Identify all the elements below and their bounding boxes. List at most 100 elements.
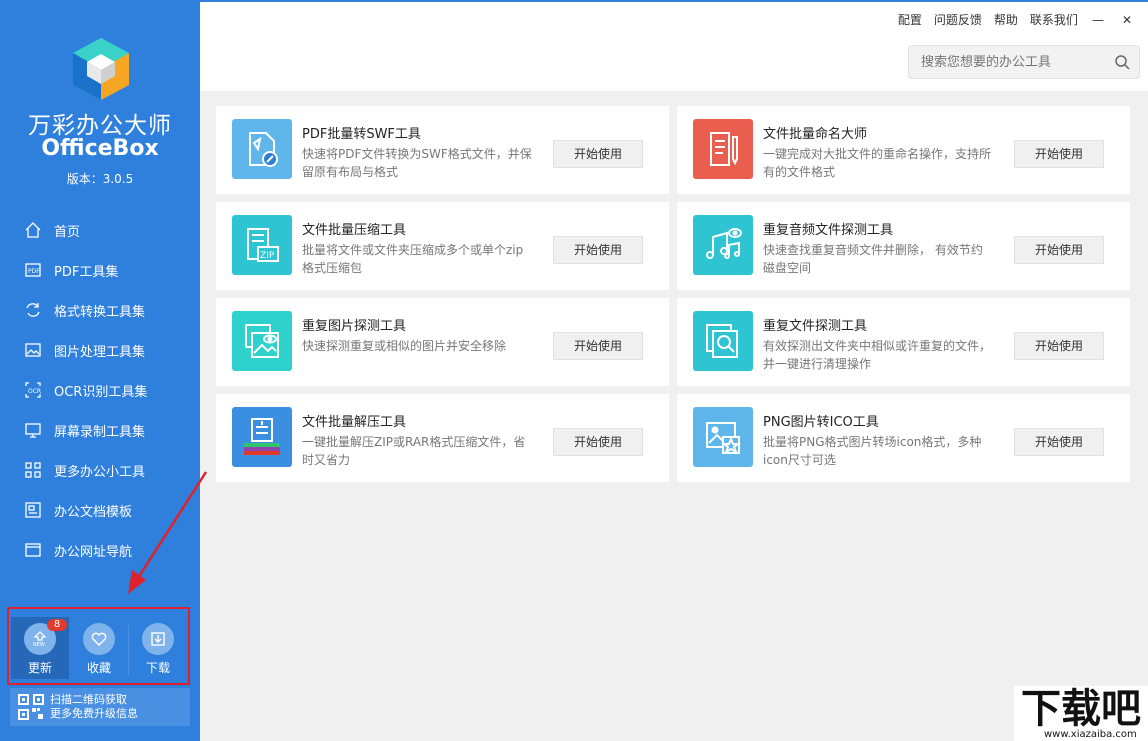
tool-description: 一键完成对大批文件的重命名操作，支持所有的文件格式	[763, 145, 993, 181]
tool-description: 快速将PDF文件转换为SWF格式文件，并保留原有布局与格式	[302, 145, 532, 181]
tool-card-image-detect: 重复图片探测工具 快速探测重复或相似的图片并安全移除 开始使用	[216, 298, 669, 386]
quick-actions-box: NEW 8 更新 收藏 下载	[7, 607, 190, 685]
ocr-icon: OCR	[24, 381, 42, 399]
top-links: 配置 问题反馈 帮助 联系我们 — ✕	[886, 11, 1132, 28]
sidebar-item-templates[interactable]: 办公文档模板	[0, 490, 200, 530]
sidebar-item-label: 办公网址导航	[54, 541, 132, 560]
sidebar-item-label: 屏幕录制工具集	[54, 421, 145, 440]
update-button[interactable]: NEW 8 更新	[11, 617, 69, 679]
app-name-en: OfficeBox	[0, 136, 200, 161]
contact-link[interactable]: 联系我们	[1030, 11, 1078, 28]
help-link[interactable]: 帮助	[994, 11, 1018, 28]
tool-title: 文件批量解压工具	[302, 411, 406, 430]
sidebar-item-label: OCR识别工具集	[54, 381, 147, 400]
zip-icon: ZIP	[232, 215, 292, 275]
sidebar-item-label: 图片处理工具集	[54, 341, 145, 360]
sidebar-item-more-tools[interactable]: 更多办公小工具	[0, 450, 200, 490]
sidebar-item-web-nav[interactable]: 办公网址导航	[0, 530, 200, 570]
sidebar: 万彩办公大师 OfficeBox 版本：3.0.5 首页 PDF PDF工具集 …	[0, 0, 200, 741]
favorite-button[interactable]: 收藏	[70, 617, 128, 679]
tool-title: 重复图片探测工具	[302, 315, 406, 334]
tool-card-unzip: 文件批量解压工具 一键批量解压ZIP或RAR格式压缩文件，省时又省力 开始使用	[216, 394, 669, 482]
audio-icon	[693, 215, 753, 275]
tool-title: PNG图片转ICO工具	[763, 411, 879, 430]
tool-description: 一键批量解压ZIP或RAR格式压缩文件，省时又省力	[302, 433, 532, 469]
start-button[interactable]: 开始使用	[553, 140, 643, 168]
download-label: 下载	[129, 659, 187, 676]
svg-text:OCR: OCR	[28, 388, 41, 395]
download-button[interactable]: 下载	[129, 617, 187, 679]
tool-title: 文件批量命名大师	[763, 123, 867, 142]
tool-card-zip: ZIP 文件批量压缩工具 批量将文件或文件夹压缩成多个或单个zip格式压缩包 开…	[216, 202, 669, 290]
template-icon	[24, 501, 42, 519]
image-icon	[24, 341, 42, 359]
start-button[interactable]: 开始使用	[1014, 428, 1104, 456]
sidebar-item-label: 办公文档模板	[54, 501, 132, 520]
download-icon	[142, 623, 174, 655]
tool-description: 批量将PNG格式图片转场icon格式，多种icon尺寸可选	[763, 433, 993, 469]
start-button[interactable]: 开始使用	[1014, 140, 1104, 168]
sidebar-item-label: PDF工具集	[54, 261, 118, 280]
sidebar-nav: 首页 PDF PDF工具集 格式转换工具集 图片处理工具集 OCR OCR识别工…	[0, 210, 200, 570]
tool-card-pdf-swf: PDF批量转SWF工具 快速将PDF文件转换为SWF格式文件，并保留原有布局与格…	[216, 106, 669, 194]
tool-title: 重复音频文件探测工具	[763, 219, 893, 238]
qr-text-line1: 扫描二维码获取	[50, 693, 138, 707]
config-link[interactable]: 配置	[898, 11, 922, 28]
home-icon	[24, 221, 42, 239]
search-input[interactable]	[921, 52, 1101, 72]
feedback-link[interactable]: 问题反馈	[934, 11, 982, 28]
svg-text:NEW: NEW	[33, 642, 45, 648]
tool-description: 快速探测重复或相似的图片并安全移除	[302, 337, 532, 355]
sidebar-item-label: 首页	[54, 221, 80, 240]
sidebar-item-home[interactable]: 首页	[0, 210, 200, 250]
file-detect-icon	[693, 311, 753, 371]
tool-title: 重复文件探测工具	[763, 315, 867, 334]
start-button[interactable]: 开始使用	[553, 236, 643, 264]
close-button[interactable]: ✕	[1122, 13, 1132, 27]
tool-description: 快速查找重复音频文件并删除， 有效节约磁盘空间	[763, 241, 993, 277]
top-bar: 配置 问题反馈 帮助 联系我们 — ✕	[200, 0, 1148, 91]
start-button[interactable]: 开始使用	[1014, 236, 1104, 264]
tool-title: PDF批量转SWF工具	[302, 123, 421, 142]
search-icon[interactable]	[1114, 54, 1130, 70]
update-label: 更新	[11, 659, 69, 676]
search-box	[908, 45, 1140, 79]
grid-icon	[24, 461, 42, 479]
unzip-icon	[232, 407, 292, 467]
screen-icon	[24, 421, 42, 439]
image-detect-icon	[232, 311, 292, 371]
pdf-swf-icon	[232, 119, 292, 179]
sidebar-item-label: 格式转换工具集	[54, 301, 145, 320]
minimize-button[interactable]: —	[1092, 13, 1104, 27]
tool-description: 有效探测出文件夹中相似或许重复的文件，并一键进行清理操作	[763, 337, 993, 373]
tool-card-png-ico: PNG图片转ICO工具 批量将PNG格式图片转场icon格式，多种icon尺寸可…	[677, 394, 1130, 482]
tool-description: 批量将文件或文件夹压缩成多个或单个zip格式压缩包	[302, 241, 532, 277]
svg-text:PDF: PDF	[28, 268, 40, 275]
start-button[interactable]: 开始使用	[553, 428, 643, 456]
sidebar-item-image[interactable]: 图片处理工具集	[0, 330, 200, 370]
png-ico-icon	[693, 407, 753, 467]
watermark-logo: 下载吧	[1014, 688, 1148, 730]
browser-icon	[24, 541, 42, 559]
watermark-url: www.xiazaiba.com	[1044, 729, 1137, 740]
start-button[interactable]: 开始使用	[553, 332, 643, 360]
qr-text-line2: 更多免费升级信息	[50, 707, 138, 721]
pdf-icon: PDF	[24, 261, 42, 279]
app-version: 版本：3.0.5	[0, 170, 200, 187]
svg-text:ZIP: ZIP	[260, 251, 275, 261]
tool-card-file-detect: 重复文件探测工具 有效探测出文件夹中相似或许重复的文件，并一键进行清理操作 开始…	[677, 298, 1130, 386]
update-count-badge: 8	[47, 619, 67, 631]
tool-title: 文件批量压缩工具	[302, 219, 406, 238]
sidebar-item-convert[interactable]: 格式转换工具集	[0, 290, 200, 330]
rename-icon	[693, 119, 753, 179]
sidebar-item-screen[interactable]: 屏幕录制工具集	[0, 410, 200, 450]
heart-icon	[83, 623, 115, 655]
start-button[interactable]: 开始使用	[1014, 332, 1104, 360]
favorite-label: 收藏	[70, 659, 128, 676]
qr-promo[interactable]: 扫描二维码获取 更多免费升级信息	[10, 688, 190, 726]
tool-card-audio: 重复音频文件探测工具 快速查找重复音频文件并删除， 有效节约磁盘空间 开始使用	[677, 202, 1130, 290]
app-name-cn: 万彩办公大师	[0, 106, 200, 140]
sidebar-item-pdf[interactable]: PDF PDF工具集	[0, 250, 200, 290]
watermark: 下载吧 www.xiazaiba.com	[1014, 686, 1148, 741]
sidebar-item-ocr[interactable]: OCR OCR识别工具集	[0, 370, 200, 410]
